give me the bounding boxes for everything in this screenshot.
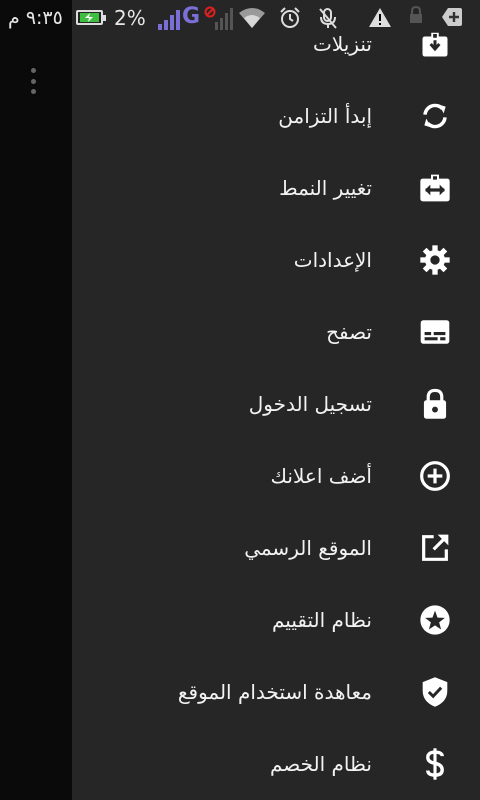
- sync-icon: [418, 99, 452, 133]
- menu-item-label: تصفح: [326, 320, 372, 344]
- card-icon: [418, 315, 452, 349]
- menu-item-login[interactable]: تسجيل الدخول: [72, 368, 480, 440]
- menu-item-rating-system[interactable]: نظام التقييم: [72, 584, 480, 656]
- menu-item-add-ad[interactable]: أضف اعلانك: [72, 440, 480, 512]
- menu-item-change-theme[interactable]: تغيير النمط: [72, 152, 480, 224]
- menu-item-start-sync[interactable]: إبدأ التزامن: [72, 80, 480, 152]
- mute-icon: [316, 6, 340, 30]
- external-link-icon: [418, 531, 452, 565]
- menu-item-browse[interactable]: تصفح: [72, 296, 480, 368]
- lock-icon: [418, 387, 452, 421]
- menu-item-label: الموقع الرسمي: [244, 536, 372, 560]
- menu-item-label: نظام التقييم: [272, 608, 372, 632]
- signal-strength-icon: [158, 8, 182, 34]
- menu-item-discount-system[interactable]: نظام الخصم: [72, 728, 480, 800]
- star-circle-icon: [418, 603, 452, 637]
- battery-percent: 2%: [114, 6, 146, 30]
- menu-item-label: معاهدة استخدام الموقع: [177, 680, 372, 704]
- network-type: G: [182, 4, 201, 29]
- notification-plus-icon: [441, 6, 463, 28]
- status-bar: ٩:٣٥ م 2% G: [0, 0, 480, 36]
- background-app-scrim[interactable]: [0, 0, 72, 800]
- menu-item-label: تسجيل الدخول: [248, 392, 372, 416]
- alarm-icon: [278, 6, 302, 30]
- status-time: ٩:٣٥ م: [8, 7, 63, 29]
- menu-item-label: الإعدادات: [293, 248, 372, 272]
- battery-icon: [76, 10, 106, 25]
- dollar-icon: [418, 747, 452, 781]
- shield-check-icon: [418, 675, 452, 709]
- menu-item-terms-of-use[interactable]: معاهدة استخدام الموقع: [72, 656, 480, 728]
- wifi-icon: [238, 6, 266, 30]
- menu-item-label: نظام الخصم: [269, 752, 372, 776]
- more-options-icon[interactable]: [29, 68, 37, 94]
- lock-small-icon: [409, 6, 423, 24]
- menu-item-official-site[interactable]: الموقع الرسمي: [72, 512, 480, 584]
- no-sim-icon: [203, 6, 235, 32]
- warning-icon: [368, 6, 392, 30]
- gear-icon: [418, 243, 452, 277]
- swap-horizontal-icon: [418, 171, 452, 205]
- menu-item-settings[interactable]: الإعدادات: [72, 224, 480, 296]
- add-circle-icon: [418, 459, 452, 493]
- menu-item-label: إبدأ التزامن: [278, 104, 372, 128]
- menu-item-label: أضف اعلانك: [270, 464, 372, 488]
- menu-item-label: تغيير النمط: [279, 176, 372, 200]
